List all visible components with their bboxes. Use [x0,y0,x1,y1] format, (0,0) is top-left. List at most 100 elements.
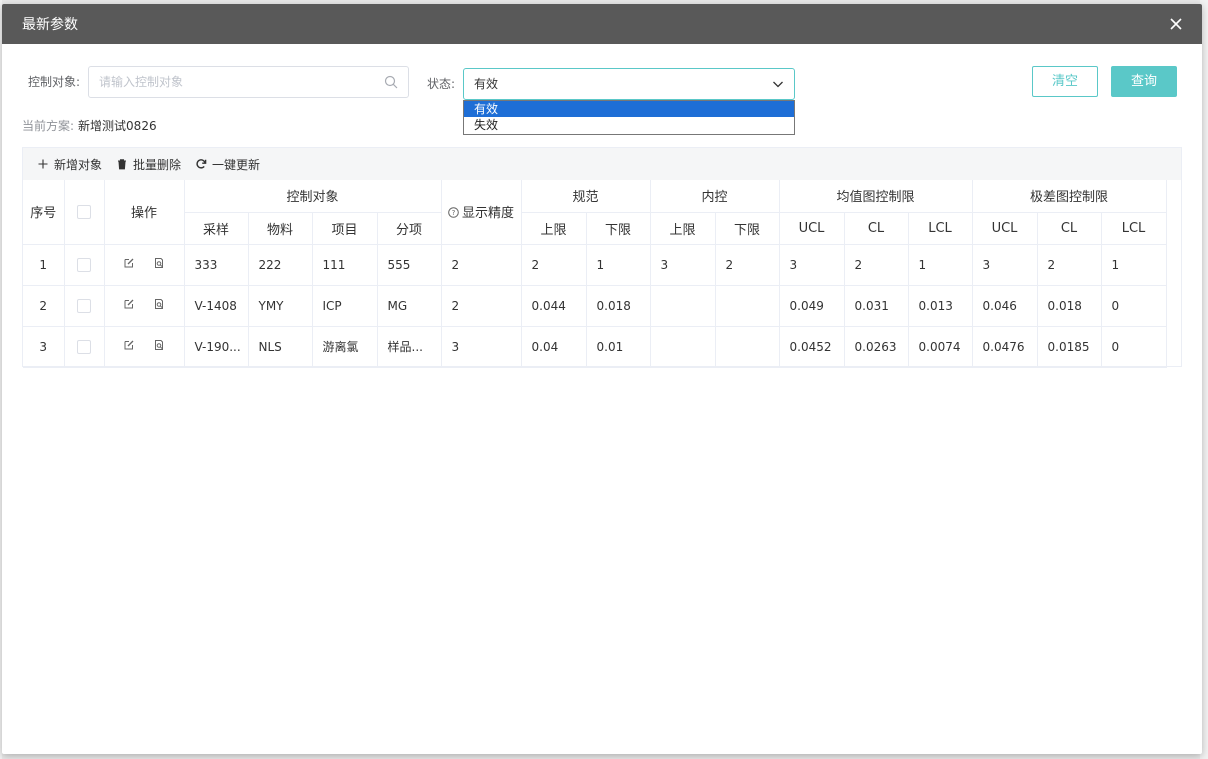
cell-mean-cl: 2 [844,244,909,286]
scheme-label: 当前方案: [22,119,75,133]
cell-mean-cl: 0.031 [844,285,909,327]
cell-internal-upper [650,285,716,327]
cell-item: 游离氯 [312,326,378,368]
cell-range-cl: 2 [1037,244,1102,286]
cell-internal-lower: 2 [715,244,780,286]
close-icon[interactable] [1166,14,1186,34]
question-circle-icon[interactable]: ? [448,207,459,219]
cell-range-lcl: 0 [1101,285,1167,327]
status-option-valid[interactable]: 有效 [464,101,794,117]
refresh-icon [196,159,207,169]
cell-spec-lower: 0.018 [586,285,651,327]
cell-internal-upper [650,326,716,368]
header-material: 物料 [248,212,313,245]
header-precision: ? 显示精度 [441,180,522,245]
status-dropdown: 有效 失效 [463,100,795,135]
params-table: 序号 操作 控制对象 ? 显示精度 规范 内控 均值图控制限 极差图控制限 采样 … [23,180,1167,368]
cell-ops [104,285,185,327]
cell-range-ucl: 0.0476 [972,326,1038,368]
cell-internal-lower [715,285,780,327]
edit-icon[interactable] [123,298,135,310]
cell-seq: 2 [23,285,65,327]
table-row: 3 V-190... NLS 游离氯 样品... 3 0.04 0.01 0.0… [23,326,1167,368]
table-toolbar: 新增对象 批量删除 一键更新 [23,148,1181,180]
cell-subitem: 样品... [377,326,442,368]
cell-mean-lcl: 1 [908,244,973,286]
cell-ops [104,326,185,368]
cell-precision: 3 [441,326,522,368]
current-scheme: 当前方案: 新增测试0826 [22,117,157,134]
cell-seq: 1 [23,244,65,286]
cell-range-cl: 0.0185 [1037,326,1102,368]
cell-spec-lower: 1 [586,244,651,286]
header-spec: 规范 [521,180,651,213]
header-precision-label: 显示精度 [461,206,514,222]
query-button[interactable]: 查询 [1111,66,1177,97]
header-internal-lower: 下限 [715,212,780,245]
select-all-checkbox[interactable] [77,204,91,219]
batch-delete-label: 批量删除 [133,157,182,172]
chevron-down-icon [773,81,783,88]
add-object-button[interactable]: 新增对象 [37,156,102,173]
cell-range-lcl: 0 [1101,326,1167,368]
header-internal: 内控 [650,180,780,213]
search-icon[interactable] [384,75,398,89]
status-select[interactable]: 有效 [463,68,795,100]
batch-delete-button[interactable]: 批量删除 [116,156,181,173]
header-seq: 序号 [23,180,65,245]
header-ops: 操作 [104,180,185,245]
object-search-input[interactable] [89,67,369,97]
cell-subitem: MG [377,285,442,327]
cell-seq: 3 [23,326,65,368]
cell-mean-ucl: 0.0452 [779,326,845,368]
header-range-lcl: LCL [1101,212,1167,245]
cell-checkbox [64,244,105,286]
header-internal-upper: 上限 [650,212,716,245]
plus-icon [38,159,48,169]
cell-material: YMY [248,285,313,327]
cell-checkbox [64,285,105,327]
params-modal: 最新参数 控制对象: 状态: 有效 清空 查询 有效 失效 当前方案:新增测试0… [2,4,1202,754]
cell-range-ucl: 3 [972,244,1038,286]
cell-sample: V-190... [184,326,249,368]
cell-sample: 333 [184,244,249,286]
row-checkbox[interactable] [77,298,91,313]
cell-range-lcl: 1 [1101,244,1167,286]
edit-icon[interactable] [123,339,135,351]
one-click-update-button[interactable]: 一键更新 [195,156,260,173]
cell-range-cl: 0.018 [1037,285,1102,327]
svg-text:?: ? [452,209,456,217]
cell-material: 222 [248,244,313,286]
header-control-object: 控制对象 [184,180,442,213]
cell-item: ICP [312,285,378,327]
document-search-icon[interactable] [153,257,165,269]
cell-spec-upper: 0.044 [521,285,587,327]
object-search-box[interactable] [88,66,409,98]
header-mean-ucl: UCL [779,212,845,245]
row-checkbox[interactable] [77,257,91,272]
document-search-icon[interactable] [153,298,165,310]
cell-precision: 2 [441,285,522,327]
row-checkbox[interactable] [77,339,91,354]
filter-row: 控制对象: 状态: 有效 清空 查询 [2,66,1202,100]
scheme-value: 新增测试0826 [78,119,157,133]
cell-mean-lcl: 0.0074 [908,326,973,368]
header-range-limits: 极差图控制限 [972,180,1167,213]
cell-spec-upper: 2 [521,244,587,286]
modal-header: 最新参数 [2,4,1202,44]
cell-item: 111 [312,244,378,286]
document-search-icon[interactable] [153,339,165,351]
table-row: 1 333 222 111 555 2 2 1 3 2 3 2 1 3 2 1 [23,244,1167,286]
edit-icon[interactable] [123,257,135,269]
header-range-cl: CL [1037,212,1102,245]
cell-mean-ucl: 3 [779,244,845,286]
status-option-invalid[interactable]: 失效 [464,117,794,133]
header-item: 项目 [312,212,378,245]
cell-mean-cl: 0.0263 [844,326,909,368]
clear-button[interactable]: 清空 [1032,66,1098,97]
cell-internal-lower [715,326,780,368]
cell-checkbox [64,326,105,368]
cell-ops [104,244,185,286]
cell-sample: V-1408 [184,285,249,327]
header-mean-limits: 均值图控制限 [779,180,973,213]
